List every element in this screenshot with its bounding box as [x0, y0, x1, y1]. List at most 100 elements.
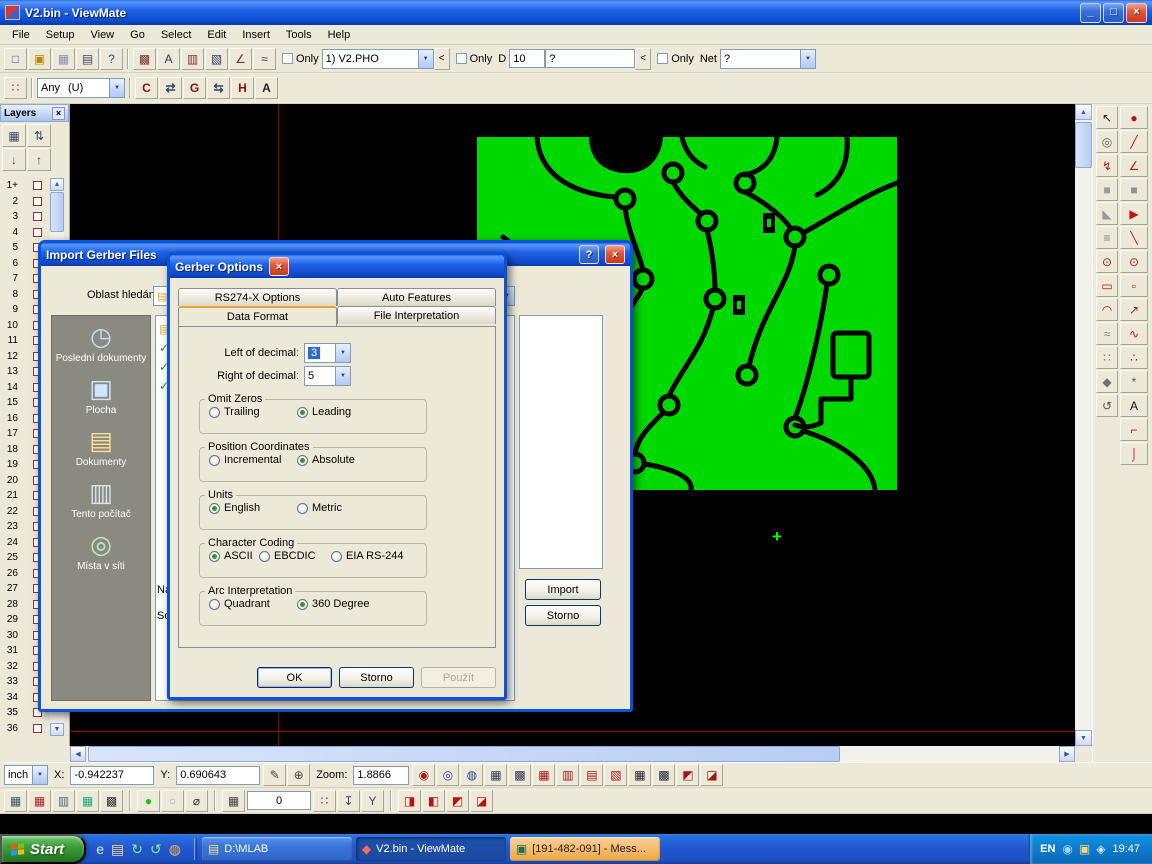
ok-button[interactable]: OK: [257, 667, 332, 688]
units-combobox[interactable]: inch ▼: [4, 765, 48, 785]
layer-row[interactable]: 1+: [0, 178, 50, 194]
dcode-grid-large-icon[interactable]: ▩: [652, 764, 675, 786]
y-coordinate-field[interactable]: 0.690643: [176, 766, 260, 785]
grid-small-icon[interactable]: ▦: [484, 764, 507, 786]
canvas-vertical-scrollbar[interactable]: ▲ ▼: [1075, 104, 1092, 746]
layer-row[interactable]: 2: [0, 194, 50, 210]
diamond-icon[interactable]: ◆: [1096, 370, 1118, 393]
tab-auto-features[interactable]: Auto Features: [337, 288, 496, 306]
network-item[interactable]: ◎ Místa v síti: [55, 532, 147, 572]
tab-file-interpretation[interactable]: File Interpretation: [337, 306, 496, 324]
tab-data-format[interactable]: Data Format: [178, 306, 337, 326]
explorer-icon[interactable]: ▤: [111, 842, 124, 856]
measure-icon[interactable]: ∠: [229, 48, 252, 70]
pan-arrows-icon[interactable]: ⇄: [159, 77, 182, 99]
scroll-up-icon[interactable]: ▲: [50, 178, 64, 191]
context-help-icon[interactable]: ?: [100, 48, 123, 70]
scrollbar-thumb[interactable]: [1075, 122, 1092, 168]
my-computer-item[interactable]: ▥ Tento počítač: [55, 480, 147, 520]
tab-rs274x-options[interactable]: RS274-X Options: [178, 288, 337, 306]
menu-item[interactable]: Tools: [278, 27, 320, 43]
grid-edit-icon[interactable]: ▦: [4, 790, 27, 812]
layer-table-button[interactable]: ▦: [2, 124, 26, 147]
zigzag-line-icon[interactable]: ↯: [1096, 154, 1118, 177]
radio-metric[interactable]: Metric: [297, 502, 385, 514]
canvas-horizontal-scrollbar[interactable]: ◀ ▶: [70, 746, 1075, 762]
vector-arrow-icon[interactable]: ↗: [1120, 298, 1148, 321]
redraw-rings-icon[interactable]: ◎: [1096, 130, 1118, 153]
layer-row[interactable]: 4: [0, 225, 50, 241]
scroll-up-icon[interactable]: ▲: [1075, 104, 1092, 120]
dcode-grid-icon[interactable]: ▦: [628, 764, 651, 786]
import-button[interactable]: Import: [525, 579, 601, 600]
open-file-icon[interactable]: ▣: [28, 48, 51, 70]
only-dcode-checkbox[interactable]: [456, 53, 467, 64]
grid-large-icon[interactable]: ▩: [508, 764, 531, 786]
highlight-c-icon[interactable]: C: [135, 77, 158, 99]
scroll-left-icon[interactable]: ◀: [70, 746, 86, 762]
sine-curve-icon[interactable]: ∿: [1120, 322, 1148, 345]
radio-ebcdic[interactable]: EBCDIC: [259, 550, 331, 562]
zoom-point-icon[interactable]: ◍: [460, 764, 483, 786]
radio-ascii[interactable]: ASCII: [209, 550, 259, 562]
grid-red-icon[interactable]: ▦: [28, 790, 51, 812]
new-file-icon[interactable]: □: [4, 48, 27, 70]
stacked-lines-icon[interactable]: ≡: [1096, 226, 1118, 249]
close-icon[interactable]: ×: [269, 257, 289, 276]
save-icon[interactable]: ▦: [52, 48, 75, 70]
layer-visibility-checkbox[interactable]: [33, 197, 42, 206]
net-combobox[interactable]: ? ▼: [720, 49, 816, 69]
rectangle-outline-icon[interactable]: ▭: [1096, 274, 1118, 297]
pattern-red-icon-2[interactable]: ◧: [422, 790, 445, 812]
wave-icon[interactable]: ≈: [1096, 322, 1118, 345]
net-probe-icon[interactable]: ●: [137, 790, 160, 812]
close-icon[interactable]: ×: [52, 107, 65, 120]
trace-line-icon[interactable]: ╱: [1120, 130, 1148, 153]
film-dots-icon[interactable]: ∷: [4, 77, 27, 99]
radio-trailing[interactable]: Trailing: [209, 406, 297, 418]
radio-quadrant[interactable]: Quadrant: [209, 598, 297, 610]
triangle-tool-icon[interactable]: ▶: [1120, 202, 1148, 225]
clock[interactable]: 19:47: [1112, 843, 1140, 855]
only-layer-checkbox[interactable]: [282, 53, 293, 64]
layer-down-button[interactable]: ↓: [2, 148, 26, 171]
taskbar-task-button[interactable]: ▤ D:\MLAB: [202, 837, 352, 861]
radio-360-degree[interactable]: 360 Degree: [297, 598, 385, 610]
taskbar-task-button[interactable]: ▣ [191-482-091] - Mess...: [510, 837, 660, 861]
hook-tool-icon[interactable]: ⌡: [1120, 442, 1148, 465]
layer-visibility-checkbox[interactable]: [33, 181, 42, 190]
pad-pattern-icon-2[interactable]: ▥: [556, 764, 579, 786]
menu-item[interactable]: Edit: [199, 27, 234, 43]
layer-table-icon[interactable]: ▧: [205, 48, 228, 70]
corner-ruler-icon[interactable]: ⌐: [1120, 418, 1148, 441]
layer-row[interactable]: 36: [0, 721, 50, 737]
scrollbar-track[interactable]: [86, 746, 1059, 762]
count-field[interactable]: 0: [247, 791, 311, 810]
right-of-decimal-combobox[interactable]: 5 ▼: [304, 366, 351, 386]
grid-dark-icon[interactable]: ▩: [100, 790, 123, 812]
diameter-icon[interactable]: ⌀: [185, 790, 208, 812]
menu-item[interactable]: Select: [153, 27, 200, 43]
draw-mode-icon[interactable]: ✎: [263, 764, 286, 786]
x-coordinate-field[interactable]: -0.942237: [70, 766, 154, 785]
only-net-checkbox[interactable]: [657, 53, 668, 64]
scroll-down-icon[interactable]: ▼: [50, 723, 64, 736]
dcode-value-field[interactable]: 10: [509, 49, 545, 68]
checker-icon[interactable]: ◪: [700, 764, 723, 786]
zoom-field[interactable]: 1.8866: [353, 766, 409, 785]
restore-button[interactable]: □: [1103, 3, 1124, 23]
lamp-icon[interactable]: ○: [161, 790, 184, 812]
menu-item[interactable]: Help: [320, 27, 359, 43]
tray-update-icon[interactable]: ▣: [1079, 843, 1090, 855]
rotate-icon[interactable]: ↺: [1096, 394, 1118, 417]
scroll-right-icon[interactable]: ▶: [1059, 746, 1075, 762]
pattern-red-icon-1[interactable]: ◨: [398, 790, 421, 812]
pad-pattern-icon-3[interactable]: ▤: [580, 764, 603, 786]
aperture-list-icon[interactable]: A: [157, 48, 180, 70]
sync-icon[interactable]: ↻: [131, 842, 143, 856]
radio-eia-rs244[interactable]: EIA RS-244: [331, 550, 403, 562]
menu-item[interactable]: Insert: [234, 27, 278, 43]
report-icon[interactable]: ≈: [253, 48, 276, 70]
gerber-dialog-titlebar[interactable]: Gerber Options ×: [170, 255, 504, 278]
layer-visibility-checkbox[interactable]: [33, 724, 42, 733]
